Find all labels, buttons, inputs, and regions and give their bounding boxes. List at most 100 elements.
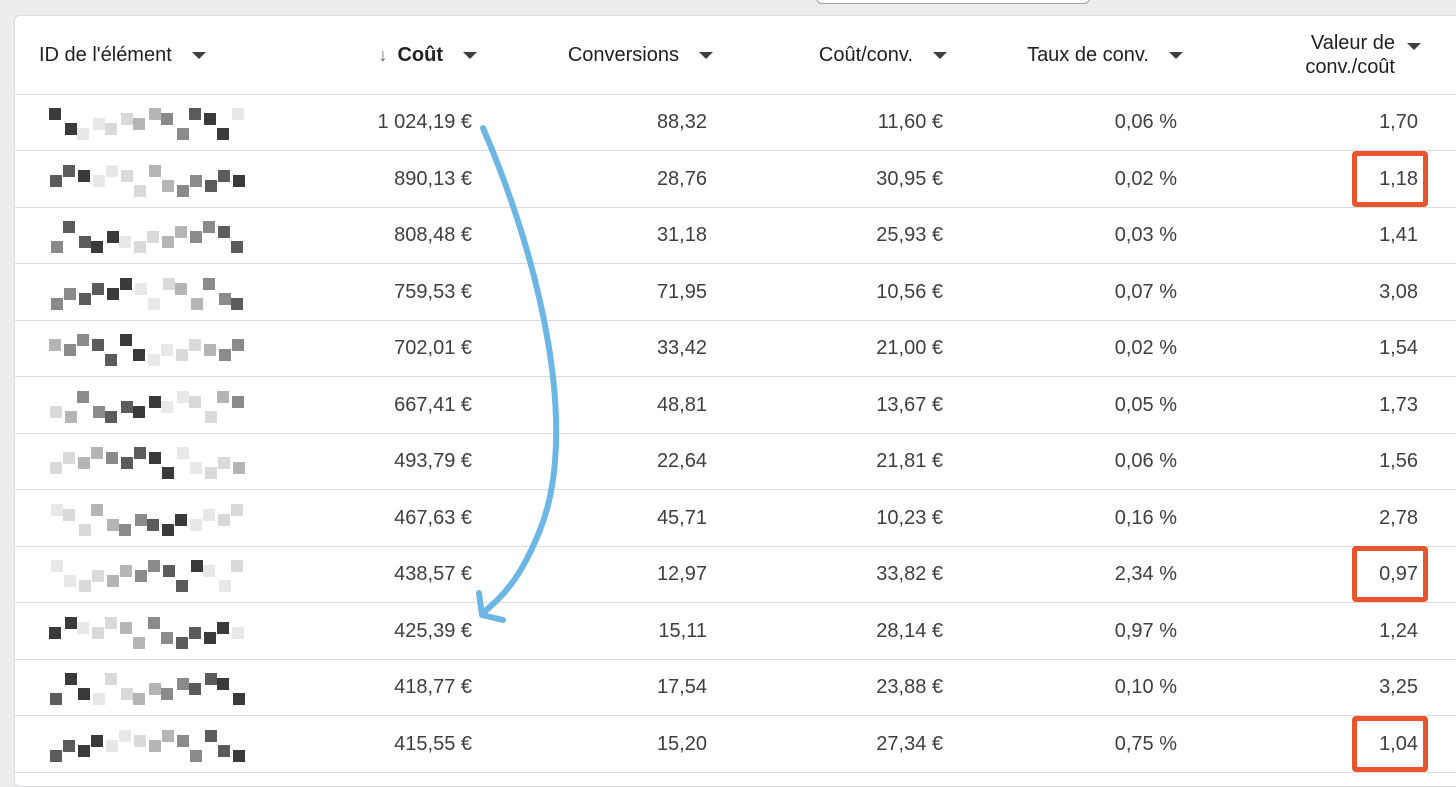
table-header: ID de l'élément ↓ Coût Conversions Coût/… — [15, 16, 1456, 95]
cell-conversions: 71,95 — [656, 280, 707, 303]
cell-conv-rate: 0,16 % — [1114, 506, 1177, 529]
cell-conv-rate: 0,02 % — [1114, 337, 1177, 359]
redacted-id-cell — [41, 546, 253, 602]
cell-cost: 493,79 € — [394, 450, 472, 472]
cell-value-per-cost: 2,78 — [1379, 506, 1418, 529]
cell-conv-rate: 0,06 % — [1114, 111, 1177, 133]
cell-conv-rate: 0,02 % — [1114, 167, 1177, 190]
cell-cost-per-conv: 21,81 € — [876, 450, 943, 472]
column-header-cost-per-conv[interactable]: Coût/conv. — [755, 16, 947, 94]
redacted-id-cell — [41, 151, 253, 207]
column-header-conversions[interactable]: Conversions — [515, 16, 713, 94]
table-row[interactable]: 667,41 € 48,81 13,67 € 0,05 % 1,73 — [15, 377, 1456, 434]
cell-cost: 425,39 € — [394, 619, 472, 642]
cell-cost-per-conv: 25,93 € — [876, 224, 943, 246]
chevron-down-icon[interactable] — [933, 51, 947, 59]
cell-value-per-cost: 1,56 — [1379, 450, 1418, 472]
redacted-id-cell — [41, 433, 253, 489]
cell-cost-per-conv: 28,14 € — [876, 619, 943, 642]
table-row[interactable]: 759,53 € 71,95 10,56 € 0,07 % 3,08 — [15, 264, 1456, 321]
chevron-down-icon[interactable] — [463, 51, 477, 59]
table-row[interactable]: 808,48 € 31,18 25,93 € 0,03 % 1,41 — [15, 207, 1456, 264]
cell-conv-rate: 0,10 % — [1114, 676, 1177, 698]
cell-conv-rate: 0,75 % — [1114, 732, 1177, 755]
table-row[interactable]: 890,13 €28,76 30,95 €0,02 % 1,18 — [15, 150, 1456, 208]
cell-value-per-cost: 1,54 — [1379, 337, 1418, 359]
cell-conversions: 17,54 — [656, 676, 707, 698]
redacted-id-cell — [41, 716, 253, 772]
cell-conversions: 31,18 — [656, 224, 707, 246]
cell-cost: 808,48 € — [394, 224, 472, 246]
cell-conversions: 28,76 — [656, 167, 707, 190]
column-header-conv-rate-label: Taux de conv. — [1027, 44, 1149, 66]
column-header-cost[interactable]: ↓ Coût — [315, 16, 477, 94]
cell-value-per-cost: 1,41 — [1379, 224, 1418, 246]
cell-conversions: 15,11 — [658, 619, 707, 642]
cell-value-per-cost: 1,70 — [1379, 111, 1418, 133]
cell-cost-per-conv: 23,88 € — [876, 676, 943, 698]
column-header-value-per-cost-label: Valeur de conv./coût — [1305, 32, 1395, 78]
redacted-id-cell — [41, 94, 253, 150]
cell-cost-per-conv: 33,82 € — [876, 563, 943, 585]
redacted-id-cell — [41, 377, 253, 433]
cell-cost: 759,53 € — [394, 280, 472, 303]
chevron-down-icon[interactable] — [191, 51, 206, 59]
table-row[interactable]: 418,77 € 17,54 23,88 € 0,10 % 3,25 — [15, 659, 1456, 716]
cell-cost-per-conv: 10,23 € — [876, 506, 943, 529]
cell-cost: 1 024,19 € — [377, 111, 472, 133]
redacted-id-cell — [41, 264, 253, 320]
cell-conv-rate: 0,07 % — [1114, 280, 1177, 303]
cell-conversions: 48,81 — [656, 393, 707, 416]
chevron-down-icon[interactable] — [1407, 43, 1421, 50]
highlight-box — [1352, 546, 1428, 602]
column-header-conversions-label: Conversions — [567, 44, 679, 66]
cell-conversions: 12,97 — [656, 563, 707, 585]
column-header-value-per-cost[interactable]: Valeur de conv./coût — [1235, 16, 1421, 94]
table-row[interactable]: 467,63 € 45,71 10,23 € 0,16 % 2,78 — [15, 490, 1456, 547]
redacted-id-cell — [41, 490, 253, 546]
cell-cost-per-conv: 10,56 € — [876, 280, 943, 303]
cell-conv-rate: 0,97 % — [1114, 619, 1177, 642]
cell-conv-rate: 0,03 % — [1114, 224, 1177, 246]
cell-cost: 438,57 € — [394, 563, 472, 585]
cell-cost: 890,13 € — [394, 167, 472, 190]
table-row[interactable]: 438,57 €12,97 33,82 €2,34 % 0,97 — [15, 546, 1456, 603]
cell-value-per-cost: 1,24 — [1379, 619, 1418, 642]
column-header-conv-rate[interactable]: Taux de conv. — [975, 16, 1183, 94]
top-toolbar-button[interactable] — [816, 0, 1090, 4]
chevron-down-icon[interactable] — [1169, 51, 1183, 59]
cell-conversions: 33,42 — [656, 337, 707, 359]
table-row[interactable]: 493,79 € 22,64 21,81 € 0,06 % 1,56 — [15, 433, 1456, 490]
arrow-down-icon[interactable]: ↓ — [378, 45, 387, 66]
cell-value-per-cost: 3,08 — [1379, 280, 1418, 303]
cell-conv-rate: 0,05 % — [1114, 393, 1177, 416]
cell-cost-per-conv: 27,34 € — [876, 732, 943, 755]
redacted-id-cell — [41, 207, 253, 263]
redacted-id-cell — [41, 659, 253, 715]
chevron-down-icon[interactable] — [699, 51, 713, 59]
cell-cost: 467,63 € — [394, 506, 472, 529]
table-row[interactable]: 415,55 €15,20 27,34 €0,75 % 1,04 — [15, 715, 1456, 773]
table-row[interactable]: 425,39 € 15,11 28,14 € 0,97 % 1,24 — [15, 603, 1456, 660]
report-table: ID de l'élément ↓ Coût Conversions Coût/… — [14, 15, 1456, 787]
cell-value-per-cost: 3,25 — [1379, 676, 1418, 698]
cell-cost-per-conv: 21,00 € — [876, 337, 943, 359]
highlight-box — [1352, 150, 1428, 207]
cell-cost: 418,77 € — [394, 676, 472, 698]
cell-cost: 667,41 € — [394, 393, 472, 416]
column-header-id[interactable]: ID de l'élément — [39, 16, 259, 94]
column-header-cost-label: Coût — [397, 44, 443, 66]
cell-conversions: 45,71 — [656, 506, 707, 529]
cell-conv-rate: 0,06 % — [1114, 450, 1177, 472]
cell-conv-rate: 2,34 % — [1114, 563, 1177, 585]
table-row[interactable]: 1 024,19 € 88,32 11,60 € 0,06 % 1,70 — [15, 94, 1456, 151]
cell-cost: 702,01 € — [394, 337, 472, 359]
cell-cost-per-conv: 11,60 € — [877, 111, 943, 133]
redacted-id-cell — [41, 603, 253, 659]
cell-conversions: 22,64 — [656, 450, 707, 472]
highlight-box — [1352, 715, 1428, 772]
column-header-cost-per-conv-label: Coût/conv. — [818, 44, 913, 66]
table-row[interactable]: 702,01 € 33,42 21,00 € 0,02 % 1,54 — [15, 320, 1456, 377]
cell-cost: 415,55 € — [394, 732, 472, 755]
cell-value-per-cost: 1,73 — [1379, 393, 1418, 416]
